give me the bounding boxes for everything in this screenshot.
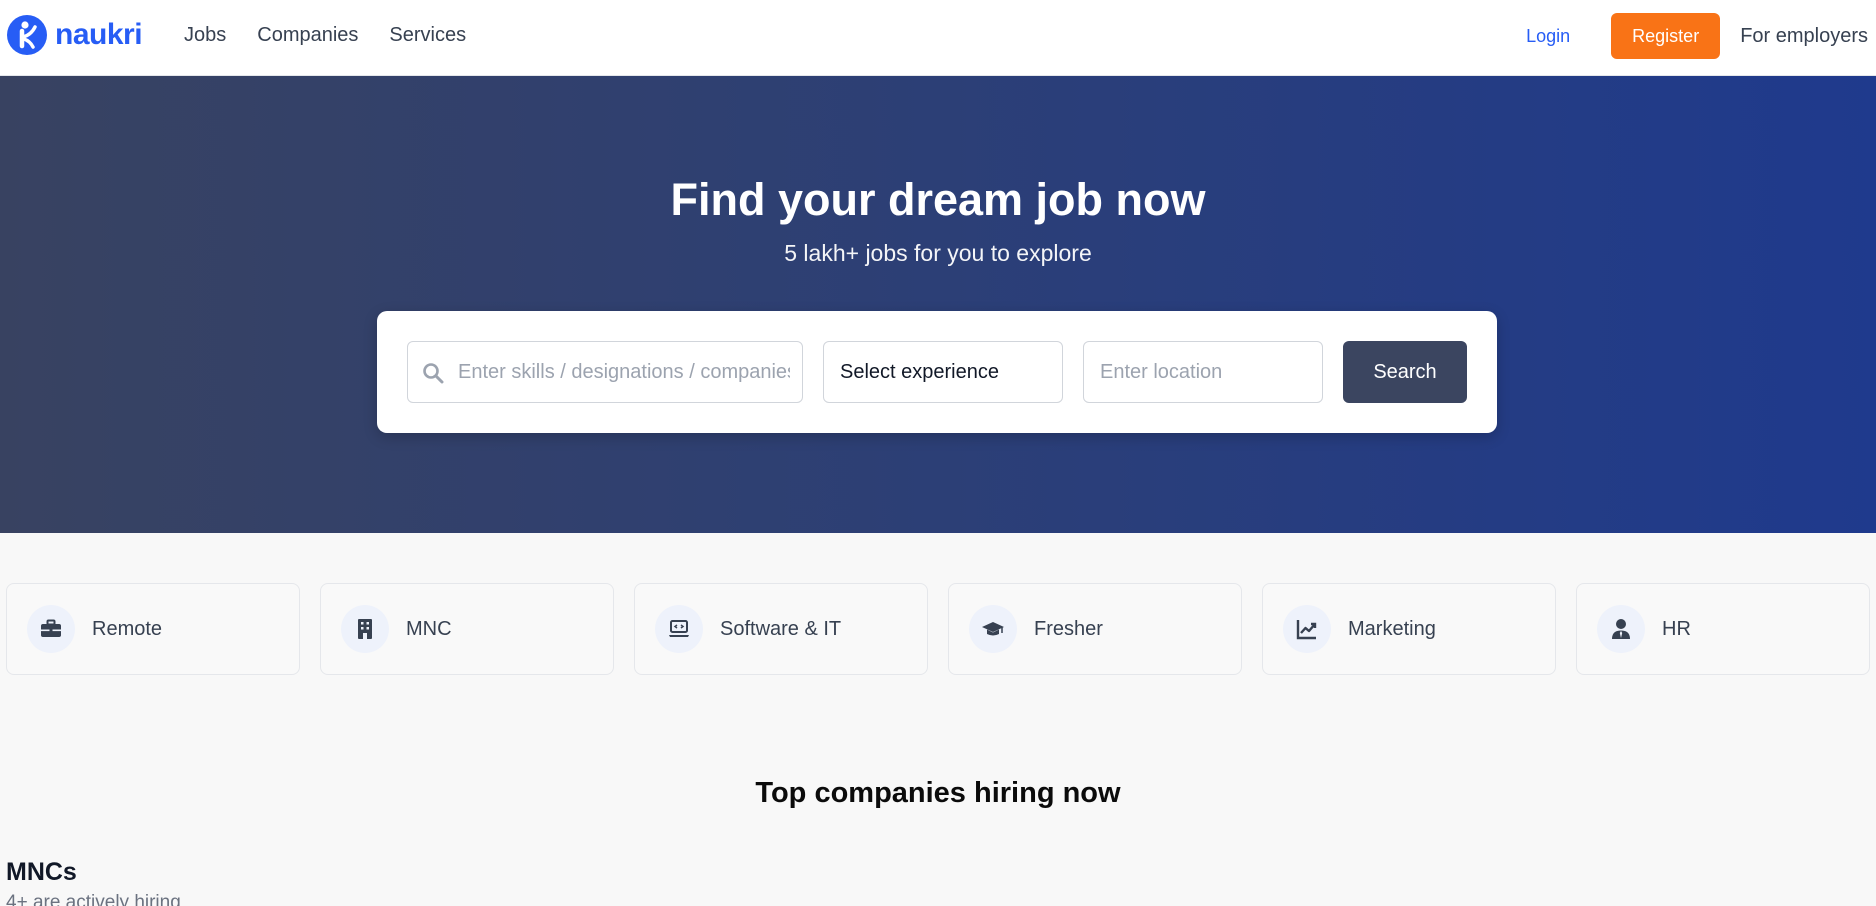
hero-banner: Find your dream job now 5 lakh+ jobs for… [0,76,1876,533]
user-tie-icon [1597,605,1645,653]
location-input[interactable] [1084,342,1322,402]
category-label: HR [1662,617,1691,640]
main-nav: Jobs Companies Services [184,24,466,47]
experience-select[interactable]: Select experience [823,341,1063,403]
header-actions: Login Register For employers [1526,13,1868,59]
location-field [1083,341,1323,403]
brand-name: naukri [55,18,143,51]
laptop-icon [655,605,703,653]
chart-line-icon [1283,605,1331,653]
category-card-marketing[interactable]: Marketing [1262,583,1556,675]
nav-jobs[interactable]: Jobs [184,24,226,47]
experience-select-value: Select experience [840,360,999,383]
register-button[interactable]: Register [1611,13,1721,59]
category-card-fresher[interactable]: Fresher [948,583,1242,675]
naukri-logo[interactable]: naukri [7,15,143,55]
mncs-subtitle: 4+ are actively hiring [6,892,181,906]
briefcase-icon [27,605,75,653]
category-label: Fresher [1034,617,1103,640]
for-employers-link[interactable]: For employers [1740,25,1868,48]
search-button[interactable]: Search [1343,341,1467,403]
hero-title: Find your dream job now [670,174,1206,225]
naukri-logo-icon [7,15,47,55]
graduation-cap-icon [969,605,1017,653]
building-icon [341,605,389,653]
skills-input[interactable] [408,342,802,402]
top-companies-title: Top companies hiring now [755,777,1121,809]
hero-subtitle: 5 lakh+ jobs for you to explore [784,240,1092,266]
category-card-software-it[interactable]: Software & IT [634,583,928,675]
category-label: Marketing [1348,617,1436,640]
nav-companies[interactable]: Companies [257,24,358,47]
category-card-remote[interactable]: Remote [6,583,300,675]
category-card-mnc[interactable]: MNC [320,583,614,675]
top-header: naukri Jobs Companies Services Login Reg… [0,0,1876,76]
category-label: Remote [92,617,163,640]
category-label: MNC [406,617,452,640]
mncs-heading: MNCs [6,858,77,886]
category-label: Software & IT [720,617,842,640]
skills-field [407,341,803,403]
job-search-bar: Select experience Search [377,311,1497,433]
category-card-hr[interactable]: HR [1576,583,1870,675]
nav-services[interactable]: Services [389,24,466,47]
search-icon [422,362,444,389]
login-link[interactable]: Login [1526,26,1570,47]
